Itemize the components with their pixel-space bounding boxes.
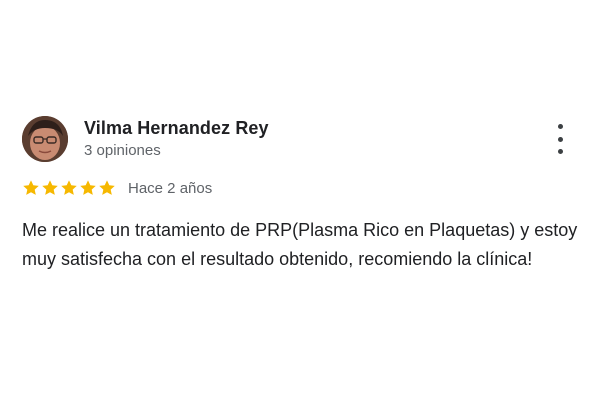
star-icon — [99, 180, 115, 195]
review-date: Hace 2 años — [128, 179, 213, 197]
avatar[interactable] — [22, 116, 68, 162]
reviewer-name[interactable]: Vilma Hernandez Rey — [84, 118, 269, 139]
more-vert-icon — [557, 124, 563, 129]
review-text: Me realice un tratamiento de PRP(Plasma … — [22, 220, 578, 269]
more-options-button[interactable] — [548, 124, 572, 154]
star-icon — [80, 180, 96, 195]
star-icon — [61, 180, 77, 195]
star-rating — [22, 179, 116, 197]
star-icon — [23, 180, 39, 195]
star-icon — [42, 180, 58, 195]
avatar-photo — [22, 116, 68, 162]
more-vert-icon-dot — [557, 136, 563, 142]
reviewer-review-count: 3 opiniones — [84, 142, 161, 159]
rating-row: Hace 2 años — [22, 178, 212, 198]
review-card: Vilma Hernandez Rey 3 opiniones Hace 2 a… — [0, 0, 600, 400]
more-vert-icon-dot — [557, 149, 563, 154]
